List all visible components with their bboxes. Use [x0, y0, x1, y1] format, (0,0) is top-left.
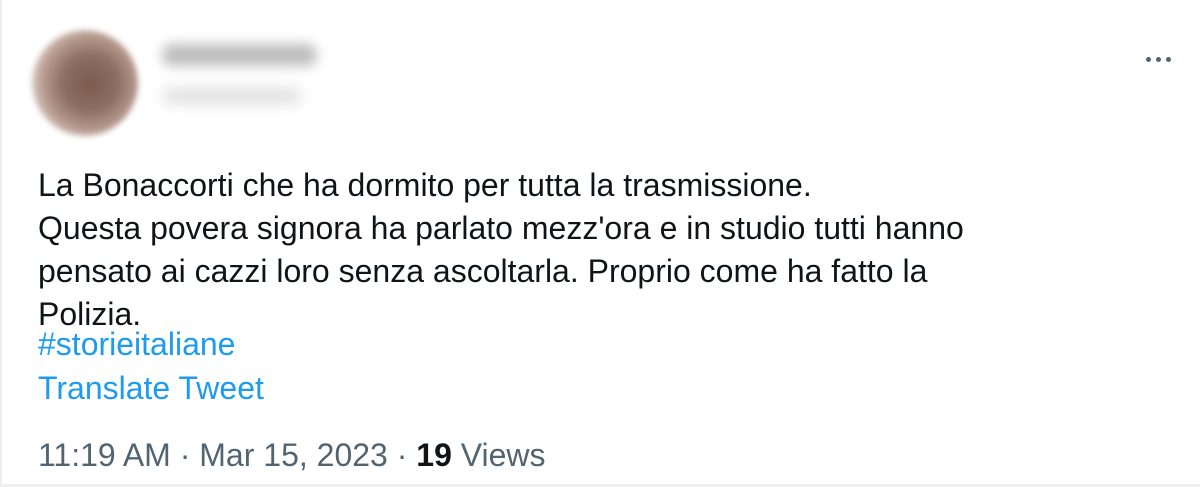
translate-tweet-button[interactable]: Translate Tweet: [38, 367, 264, 410]
tweet-metadata: 11:19 AM · Mar 15, 2023 · 19 Views: [38, 434, 546, 477]
tweet-time[interactable]: 11:19 AM: [38, 437, 171, 473]
separator: ·: [179, 437, 191, 473]
hashtag-link[interactable]: #storieitaliane: [38, 323, 235, 366]
tweet-text-line: Questa povera signora ha parlato mezz'or…: [38, 210, 964, 246]
more-horizontal-icon-dot: [1165, 56, 1171, 62]
tweet-date[interactable]: Mar 15, 2023: [199, 437, 388, 473]
views-label: Views: [460, 437, 546, 473]
avatar[interactable]: [32, 30, 138, 136]
more-options-button[interactable]: [1138, 44, 1178, 74]
display-name-redacted[interactable]: [162, 44, 317, 66]
tweet-text-line: La Bonaccorti che ha dormito per tutta l…: [38, 167, 812, 203]
tweet-text-line: pensato ai cazzi loro senza ascoltarla. …: [38, 253, 928, 289]
tweet-text: La Bonaccorti che ha dormito per tutta l…: [38, 164, 1158, 336]
views-count: 19: [416, 437, 452, 473]
separator: ·: [396, 437, 408, 473]
more-horizontal-icon: [1145, 56, 1151, 62]
username-redacted[interactable]: [162, 88, 302, 104]
tweet-card: La Bonaccorti che ha dormito per tutta l…: [0, 0, 1200, 487]
more-horizontal-icon-dot: [1155, 56, 1161, 62]
